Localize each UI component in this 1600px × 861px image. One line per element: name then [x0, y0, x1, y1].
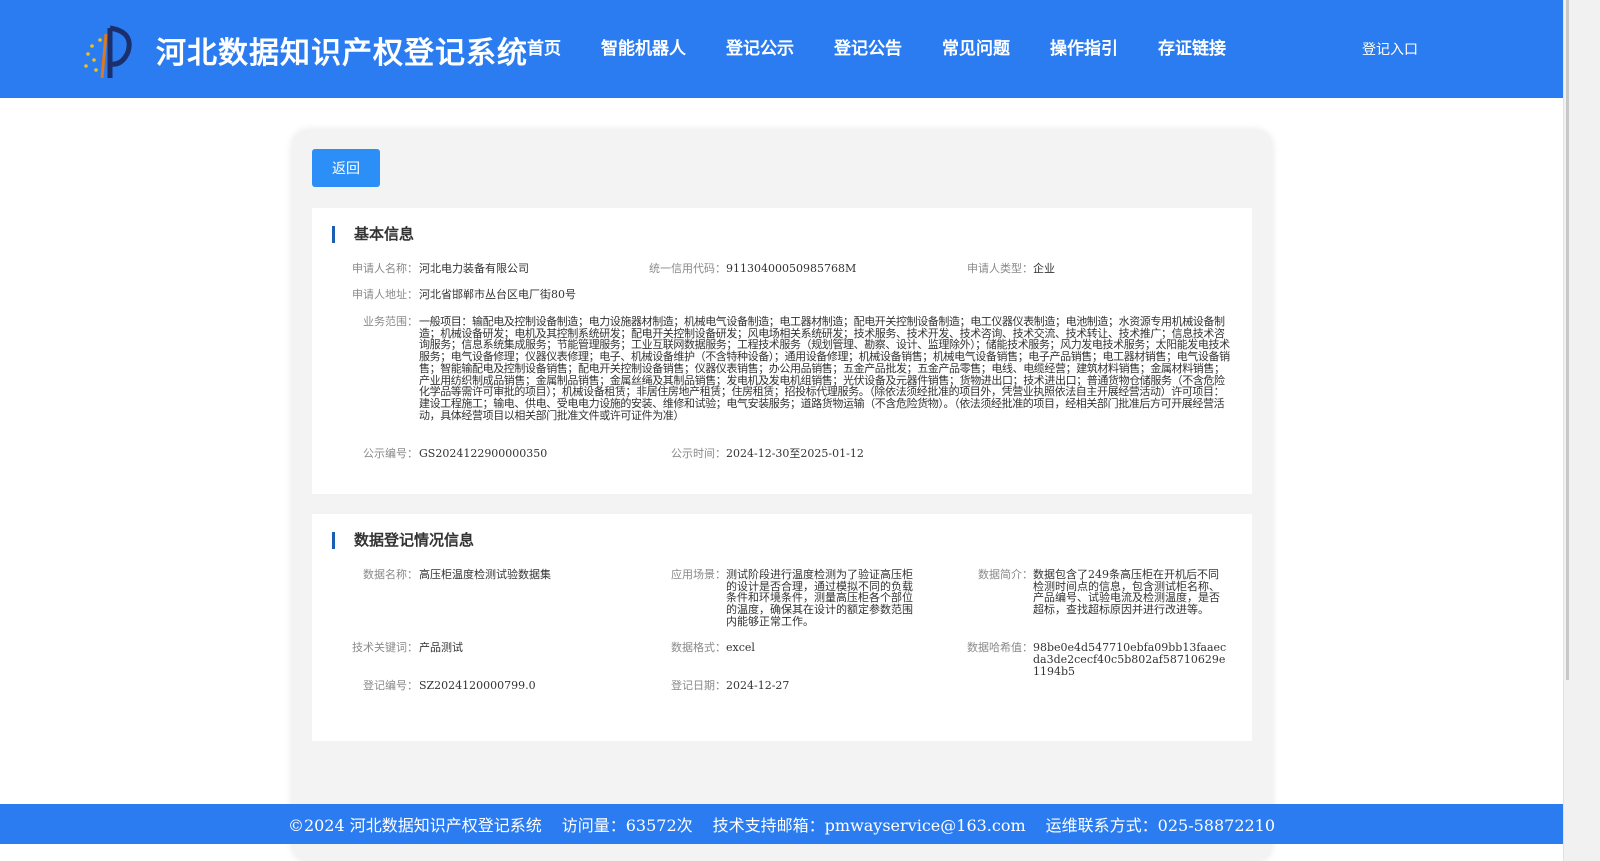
nav-item-publicity[interactable]: 登记公示: [706, 34, 814, 59]
reg-number-value: SZ2024120000799.0: [419, 679, 536, 692]
keywords-value: 产品测试: [419, 641, 463, 654]
reg-number-label: 登记编号：: [363, 679, 418, 692]
footer-bar: ©2024 河北数据知识产权登记系统 访问量：63572次 技术支持邮箱：pmw…: [0, 804, 1563, 844]
applicant-name-label: 申请人名称：: [352, 262, 418, 275]
address-label: 申请人地址：: [352, 288, 418, 301]
site-title: 河北数据知识产权登记系统: [156, 36, 528, 71]
notice-number-value: GS2024122900000350: [419, 447, 548, 460]
detail-card: 返回 基本信息 申请人名称： 河北电力装备有限公司 统一信用代码： 911304…: [292, 130, 1272, 861]
basic-info-section: 基本信息 申请人名称： 河北电力装备有限公司 统一信用代码： 911304000…: [312, 208, 1252, 494]
hash-label: 数据哈希值：: [967, 641, 1033, 654]
footer-phone: 运维联系方式：025-58872210: [1045, 816, 1276, 835]
nav-item-guide[interactable]: 操作指引: [1030, 34, 1138, 59]
footer-copyright: ©2024 河北数据知识产权登记系统: [287, 816, 542, 835]
summary-label: 数据简介：: [978, 568, 1033, 581]
data-name-value: 高压柜温度检测试验数据集: [419, 568, 551, 581]
footer-visits: 访问量：63572次: [561, 816, 693, 835]
nav-item-home[interactable]: 首页: [507, 34, 581, 59]
data-name-label: 数据名称：: [363, 568, 418, 581]
nav-item-evidence-link[interactable]: 存证链接: [1138, 34, 1246, 59]
data-registration-section: 数据登记情况信息 数据名称： 高压柜温度检测试验数据集 应用场景： 测试阶段进行…: [312, 514, 1252, 741]
system-logo-icon: [84, 25, 132, 79]
nav-item-robot[interactable]: 智能机器人: [581, 34, 706, 59]
page-scrollbar[interactable]: [1563, 0, 1600, 861]
credit-code-label: 统一信用代码：: [649, 262, 726, 275]
applicant-type-value: 企业: [1033, 262, 1055, 275]
footer-email: 技术支持邮箱：pmwayservice@163.com: [712, 816, 1026, 835]
hash-value: 98be0e4d547710ebfa09bb13faaecda3de2cecf4…: [1033, 641, 1227, 678]
credit-code-value: 91130400050985768M: [726, 262, 857, 275]
back-button[interactable]: 返回: [312, 149, 380, 187]
format-value: excel: [726, 641, 755, 654]
applicant-name-value: 河北电力装备有限公司: [419, 262, 529, 275]
section-title-data: 数据登记情况信息: [332, 532, 474, 549]
scrollbar-thumb[interactable]: [1566, 0, 1569, 680]
scenario-label: 应用场景：: [671, 568, 726, 581]
nav-item-announcement[interactable]: 登记公告: [814, 34, 922, 59]
reg-date-label: 登记日期：: [671, 679, 726, 692]
summary-value: 数据包含了249条高压柜在开机后不同检测时间点的信息，包含测试柜名称、产品编号、…: [1033, 568, 1220, 617]
applicant-type-label: 申请人类型：: [967, 262, 1033, 275]
nav-item-faq[interactable]: 常见问题: [922, 34, 1030, 59]
notice-number-label: 公示编号：: [363, 447, 418, 460]
scenario-value: 测试阶段进行温度检测为了验证高压柜的设计是否合理，通过模拟不同的负载条件和环境条…: [726, 568, 913, 628]
main-nav: 首页 智能机器人 登记公示 登记公告 常见问题 操作指引 存证链接: [507, 34, 1246, 59]
format-label: 数据格式：: [671, 641, 726, 654]
address-value: 河北省邯郸市丛台区电厂街80号: [419, 288, 576, 301]
notice-time-label: 公示时间：: [671, 447, 726, 460]
login-link[interactable]: 登记入口: [1362, 39, 1418, 59]
keywords-label: 技术关键词：: [352, 641, 418, 654]
business-scope-label: 业务范围：: [363, 315, 418, 328]
business-scope-value: 一般项目：输配电及控制设备制造；电力设施器材制造；机械电气设备制造；电工器材制造…: [419, 315, 1230, 422]
section-title-basic: 基本信息: [332, 226, 414, 243]
reg-date-value: 2024-12-27: [726, 679, 790, 692]
top-navigation-bar: 河北数据知识产权登记系统 首页 智能机器人 登记公示 登记公告 常见问题 操作指…: [0, 0, 1563, 98]
notice-time-value: 2024-12-30至2025-01-12: [726, 447, 864, 460]
